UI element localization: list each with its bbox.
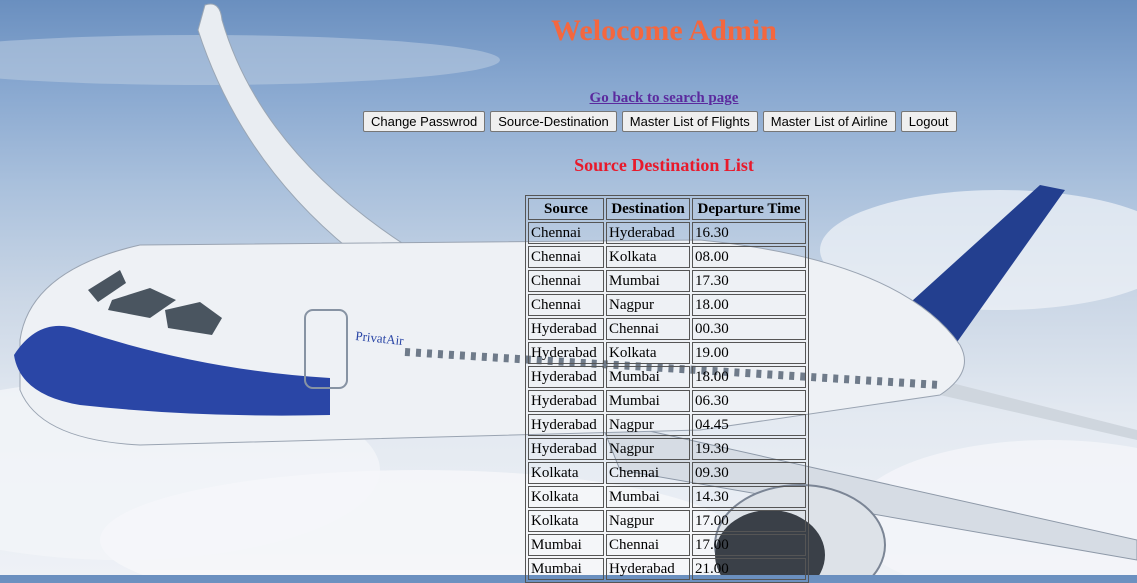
table-row: Hyderabad Nagpur 19.30 bbox=[528, 438, 806, 460]
cell-source: Hyderabad bbox=[528, 438, 604, 460]
cell-departure-time: 16.30 bbox=[692, 222, 806, 244]
table-row: Kolkata Mumbai 14.30 bbox=[528, 486, 806, 508]
cell-destination: Mumbai bbox=[606, 270, 690, 292]
cell-source: Hyderabad bbox=[528, 390, 604, 412]
admin-nav-bar: Change Passwrod Source-Destination Maste… bbox=[363, 111, 957, 132]
cell-departure-time: 17.00 bbox=[692, 510, 806, 532]
cell-destination: Nagpur bbox=[606, 294, 690, 316]
table-header-row: Source Destination Departure Time bbox=[528, 198, 806, 220]
cell-destination: Chennai bbox=[606, 462, 690, 484]
table-row: Kolkata Chennai 09.30 bbox=[528, 462, 806, 484]
table-row: Mumbai Hyderabad 21.00 bbox=[528, 558, 806, 580]
cell-source: Chennai bbox=[528, 294, 604, 316]
table-row: Chennai Hyderabad 16.30 bbox=[528, 222, 806, 244]
cell-source: Mumbai bbox=[528, 534, 604, 556]
cell-departure-time: 06.30 bbox=[692, 390, 806, 412]
cell-departure-time: 00.30 bbox=[692, 318, 806, 340]
cell-departure-time: 17.00 bbox=[692, 534, 806, 556]
change-password-button[interactable]: Change Passwrod bbox=[363, 111, 486, 132]
cell-departure-time: 18.00 bbox=[692, 366, 806, 388]
cell-source: Hyderabad bbox=[528, 366, 604, 388]
cell-source: Chennai bbox=[528, 270, 604, 292]
cell-destination: Mumbai bbox=[606, 366, 690, 388]
cell-source: Kolkata bbox=[528, 462, 604, 484]
cell-departure-time: 21.00 bbox=[692, 558, 806, 580]
cell-destination: Hyderabad bbox=[606, 222, 690, 244]
cell-destination: Kolkata bbox=[606, 342, 690, 364]
back-to-search-link[interactable]: Go back to search page bbox=[0, 90, 1137, 107]
table-row: Hyderabad Mumbai 18.00 bbox=[528, 366, 806, 388]
source-destination-table: Source Destination Departure Time Chenna… bbox=[525, 195, 809, 583]
column-header-departure-time: Departure Time bbox=[692, 198, 806, 220]
table-row: Hyderabad Kolkata 19.00 bbox=[528, 342, 806, 364]
cell-departure-time: 17.30 bbox=[692, 270, 806, 292]
cell-destination: Nagpur bbox=[606, 438, 690, 460]
table-row: Mumbai Chennai 17.00 bbox=[528, 534, 806, 556]
cell-source: Kolkata bbox=[528, 510, 604, 532]
table-row: Kolkata Nagpur 17.00 bbox=[528, 510, 806, 532]
master-list-flights-button[interactable]: Master List of Flights bbox=[621, 111, 758, 132]
cell-destination: Hyderabad bbox=[606, 558, 690, 580]
cell-departure-time: 04.45 bbox=[692, 414, 806, 436]
source-destination-button[interactable]: Source-Destination bbox=[490, 111, 617, 132]
cell-departure-time: 14.30 bbox=[692, 486, 806, 508]
cell-destination: Nagpur bbox=[606, 414, 690, 436]
cell-departure-time: 19.30 bbox=[692, 438, 806, 460]
cell-source: Hyderabad bbox=[528, 342, 604, 364]
table-row: Hyderabad Mumbai 06.30 bbox=[528, 390, 806, 412]
page-content: Welocome Admin Go back to search page Ch… bbox=[0, 0, 1137, 583]
cell-departure-time: 19.00 bbox=[692, 342, 806, 364]
list-title: Source Destination List bbox=[574, 155, 754, 175]
cell-destination: Nagpur bbox=[606, 510, 690, 532]
cell-source: Chennai bbox=[528, 222, 604, 244]
cell-source: Chennai bbox=[528, 246, 604, 268]
table-row: Chennai Mumbai 17.30 bbox=[528, 270, 806, 292]
cell-source: Hyderabad bbox=[528, 318, 604, 340]
cell-source: Kolkata bbox=[528, 486, 604, 508]
cell-departure-time: 18.00 bbox=[692, 294, 806, 316]
master-list-airline-button[interactable]: Master List of Airline bbox=[762, 111, 896, 132]
table-row: Hyderabad Nagpur 04.45 bbox=[528, 414, 806, 436]
cell-source: Hyderabad bbox=[528, 414, 604, 436]
column-header-source: Source bbox=[528, 198, 604, 220]
logout-button[interactable]: Logout bbox=[900, 111, 957, 132]
table-row: Chennai Nagpur 18.00 bbox=[528, 294, 806, 316]
cell-destination: Kolkata bbox=[606, 246, 690, 268]
cell-source: Mumbai bbox=[528, 558, 604, 580]
column-header-destination: Destination bbox=[606, 198, 690, 220]
cell-destination: Chennai bbox=[606, 534, 690, 556]
cell-destination: Chennai bbox=[606, 318, 690, 340]
cell-destination: Mumbai bbox=[606, 486, 690, 508]
table-row: Hyderabad Chennai 00.30 bbox=[528, 318, 806, 340]
cell-destination: Mumbai bbox=[606, 390, 690, 412]
cell-departure-time: 09.30 bbox=[692, 462, 806, 484]
page-title: Welocome Admin bbox=[551, 14, 777, 47]
cell-departure-time: 08.00 bbox=[692, 246, 806, 268]
table-row: Chennai Kolkata 08.00 bbox=[528, 246, 806, 268]
